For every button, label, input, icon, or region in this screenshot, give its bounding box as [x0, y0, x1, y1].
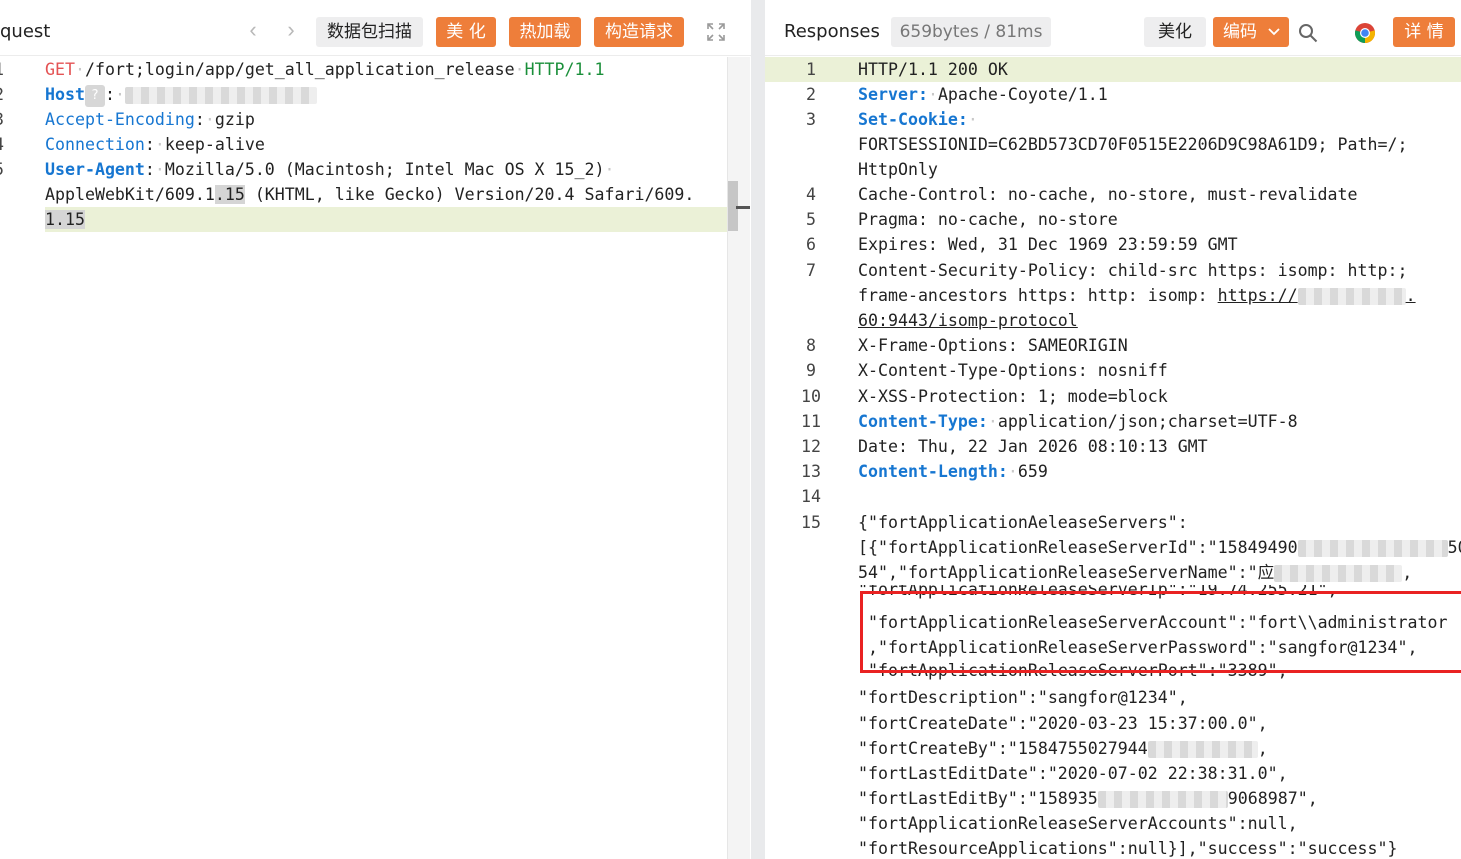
response-line-3-wrap-2: HttpOnly: [858, 160, 938, 179]
host-key: Host: [45, 85, 85, 104]
response-line-5: 5 Pragma: no-cache, no-store: [806, 210, 1118, 229]
request-line-5-wrap-2: 1.15: [45, 207, 727, 232]
request-method: GET: [45, 60, 75, 79]
response-line-9: 9 X-Content-Type-Options: nosniff: [806, 361, 1168, 380]
encoding-dropdown[interactable]: 编码: [1213, 17, 1289, 47]
request-line-5: 5 User-Agent:·Mozilla/5.0 (Macintosh; In…: [0, 160, 615, 179]
credentials-highlight-box: [860, 591, 1461, 673]
response-line-7-wrap-1: frame-ancestors https: http: isomp: http…: [858, 286, 1416, 305]
request-toolbar: quest ‹ › 数据包扫描 美 化 热加载 构造请求: [0, 0, 751, 56]
request-line-5-wrap-1: AppleWebKit/609.1.15 (KHTML, like Gecko)…: [45, 185, 695, 204]
csp-link[interactable]: https://.: [1218, 286, 1416, 305]
forward-arrow-icon[interactable]: ›: [280, 19, 302, 42]
chevron-down-icon: [1267, 18, 1281, 48]
response-line-7: 7 Content-Security-Policy: child-src htt…: [806, 261, 1408, 280]
response-line-15: 15 {"fortApplicationAeleaseServers":: [801, 513, 1188, 532]
response-line-1: 1 HTTP/1.1 200 OK: [765, 57, 1461, 82]
request-line-2: 2 Host?:·: [0, 82, 751, 107]
redacted-last-edit-by: [1097, 791, 1228, 808]
response-stats-badge: 659bytes / 81ms: [891, 17, 1051, 47]
request-panel: quest ‹ › 数据包扫描 美 化 热加载 构造请求 1 GET·/fort…: [0, 0, 751, 859]
construct-request-button[interactable]: 构造请求: [594, 17, 684, 47]
request-scrollbar[interactable]: [727, 57, 750, 859]
response-line-8: 8 X-Frame-Options: SAMEORIGIN: [806, 336, 1128, 355]
request-line-1: 1 GET·/fort;login/app/get_all_applicatio…: [0, 60, 605, 79]
response-body-wrap-1: [{"fortApplicationReleaseServerId":"1584…: [858, 538, 1461, 557]
request-line-3: 3 Accept-Encoding:·gzip: [0, 110, 255, 129]
redacted-host: [124, 87, 317, 104]
response-panel-title: Responses: [784, 21, 880, 42]
host-help-icon[interactable]: ?: [84, 84, 105, 107]
request-scroll-marker: [736, 206, 750, 209]
response-line-2: 2 Server:·Apache-Coyote/1.1: [806, 85, 1108, 104]
search-icon[interactable]: [1295, 20, 1321, 46]
back-arrow-icon[interactable]: ‹: [242, 19, 264, 42]
redacted-server-name: [1274, 565, 1403, 582]
response-body-wrap-8: "fortCreateDate":"2020-03-23 15:37:00.0"…: [858, 714, 1268, 733]
request-editor[interactable]: 1 GET·/fort;login/app/get_all_applicatio…: [0, 57, 751, 859]
request-protocol: HTTP/1.1: [524, 60, 605, 79]
response-body-wrap-7: "fortDescription":"sangfor@1234",: [858, 688, 1188, 707]
beautify-response-button[interactable]: 美化: [1144, 17, 1206, 47]
fullscreen-icon[interactable]: [704, 20, 728, 44]
detail-button[interactable]: 详 情: [1393, 17, 1455, 47]
response-line-3: 3 Set-Cookie:·: [806, 110, 978, 129]
request-line-4: 4 Connection:·keep-alive: [0, 135, 265, 154]
response-line-11: 11 Content-Type:·application/json;charse…: [801, 412, 1298, 431]
response-body-wrap-9: "fortCreateBy":"1584755027944,: [858, 739, 1268, 758]
response-body-wrap-11: "fortLastEditBy":"158935 9068987",: [858, 789, 1318, 808]
request-panel-title: quest: [0, 21, 51, 42]
request-path: /fort;login/app/get_all_application_rele…: [84, 60, 515, 79]
response-body-wrap-13: "fortResourceApplications":null}],"succe…: [858, 839, 1398, 858]
response-line-13: 13 Content-Length:·659: [801, 462, 1048, 481]
packet-scan-button[interactable]: 数据包扫描: [316, 17, 423, 47]
response-line-12: 12 Date: Thu, 22 Jan 2026 08:10:13 GMT: [801, 437, 1208, 456]
response-body-wrap-2: 54","fortApplicationReleaseServerName":"…: [858, 563, 1413, 582]
csp-link-continued[interactable]: 60:9443/isomp-protocol: [858, 308, 1078, 333]
encoding-label: 编码: [1223, 22, 1257, 42]
redacted-csp-host: [1297, 288, 1406, 305]
redacted-create-by: [1147, 741, 1258, 758]
response-line-7-wrap-2: 60:9443/isomp-protocol: [765, 308, 1461, 333]
response-line-14: 14: [801, 487, 821, 506]
response-line-10: 10 X-XSS-Protection: 1; mode=block: [801, 387, 1168, 406]
response-line-4: 4 Cache-Control: no-cache, no-store, mus…: [806, 185, 1358, 204]
response-line-3-wrap-1: FORTSESSIONID=C62BD573CD70F0515E2206D9C9…: [858, 135, 1408, 154]
response-body-wrap-12: "fortApplicationReleaseServerAccounts":n…: [858, 814, 1298, 833]
response-editor[interactable]: 1 HTTP/1.1 200 OK 2 Server:·Apache-Coyot…: [765, 57, 1461, 859]
beautify-request-button[interactable]: 美 化: [436, 17, 496, 47]
chrome-icon[interactable]: [1352, 20, 1378, 46]
response-line-6: 6 Expires: Wed, 31 Dec 1969 23:59:59 GMT: [806, 235, 1238, 254]
hot-load-button[interactable]: 热加载: [509, 17, 581, 47]
redacted-server-id: [1297, 540, 1448, 557]
response-body-wrap-10: "fortLastEditDate":"2020-07-02 22:38:31.…: [858, 764, 1288, 783]
